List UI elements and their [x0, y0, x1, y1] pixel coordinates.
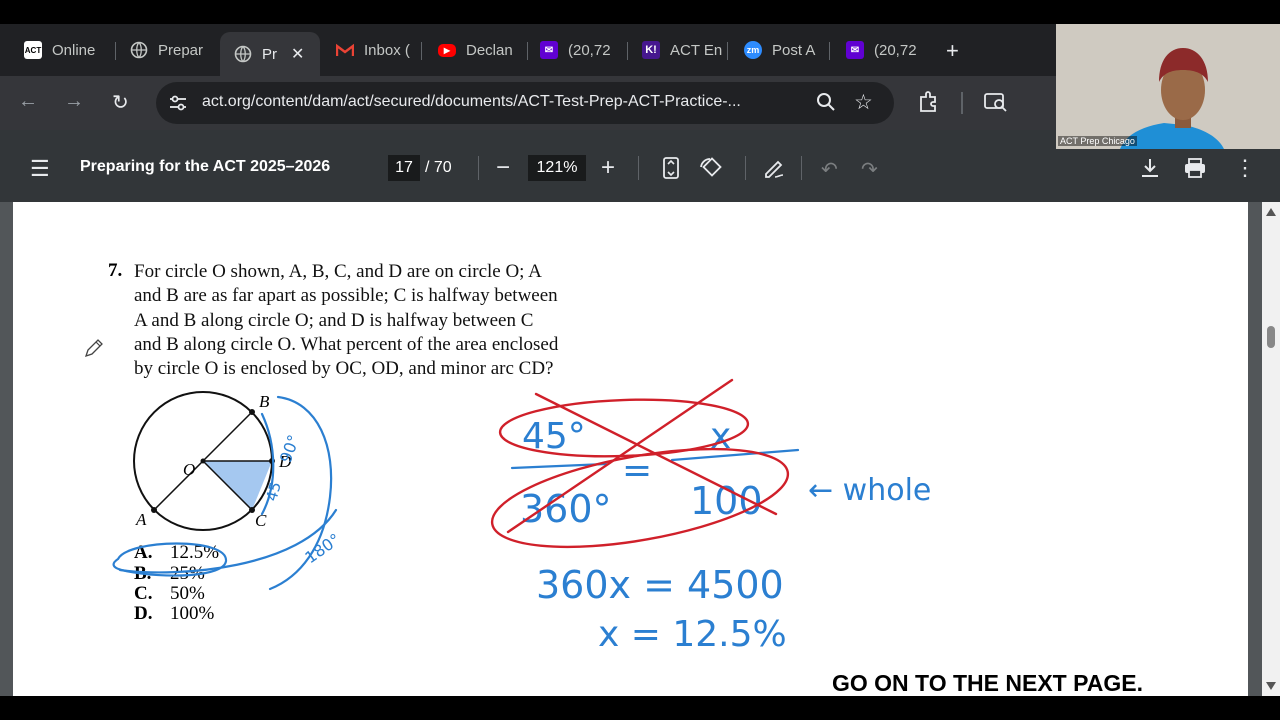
globe-icon — [234, 45, 252, 63]
screen-top-bar — [0, 0, 1280, 24]
ink-equation-1: 360x = 4500 — [536, 563, 784, 607]
yahoo-mail-icon: ✉ — [540, 41, 558, 59]
ink-equation-2: x = 12.5% — [598, 614, 787, 655]
annotate-pen-icon[interactable] — [763, 157, 785, 185]
forward-icon[interactable]: → — [64, 90, 84, 113]
ink-x: x — [710, 416, 731, 457]
toolbar-divider — [801, 156, 802, 180]
back-icon[interactable]: ← — [18, 90, 38, 113]
youtube-icon: ▶ — [438, 43, 456, 57]
page-number-input[interactable]: 17 — [388, 155, 420, 181]
tab-yahoo-mail-2[interactable]: ✉ (20,72 — [846, 32, 930, 68]
globe-icon — [130, 41, 148, 59]
ink-fraction-right — [670, 448, 800, 462]
close-icon[interactable]: ✕ — [291, 44, 304, 64]
new-tab-button[interactable]: + — [946, 38, 959, 64]
tab-preparing[interactable]: Prepar — [130, 32, 216, 68]
handwritten-annotations: 90° 45 180° 45° x = 360° 100 ← whole 360… — [112, 378, 931, 655]
tab-inbox[interactable]: Inbox ( — [336, 32, 422, 68]
address-bar[interactable]: act.org/content/dam/act/secured/document… — [156, 82, 894, 124]
print-icon[interactable] — [1184, 157, 1206, 185]
scroll-thumb[interactable] — [1267, 326, 1275, 348]
bookmark-star-icon[interactable]: ☆ — [854, 90, 873, 115]
next-page-notice: GO ON TO THE NEXT PAGE. — [832, 670, 1143, 696]
tab-online[interactable]: ACT Online — [24, 32, 116, 68]
toolbar-divider — [745, 156, 746, 180]
zoom-icon: zm — [744, 41, 762, 59]
toolbar-divider — [478, 156, 479, 180]
download-icon[interactable] — [1140, 157, 1160, 185]
webcam-overlay — [1056, 24, 1280, 149]
zoom-lens-icon[interactable] — [816, 92, 836, 117]
tab-declan[interactable]: ▶ Declan — [438, 32, 528, 68]
ink-note-180: 180° — [301, 530, 343, 568]
undo-icon[interactable]: ↶ — [821, 157, 838, 182]
toolbar-divider — [638, 156, 639, 180]
document-title: Preparing for the ACT 2025–2026 — [80, 158, 331, 175]
zoom-level-input[interactable]: 121% — [528, 155, 586, 181]
ink-whole-note: ← whole — [808, 473, 931, 508]
zoom-in-icon[interactable]: + — [601, 154, 615, 182]
site-info-icon[interactable] — [168, 93, 188, 118]
toolbar-divider — [961, 92, 963, 114]
scroll-up-icon[interactable] — [1266, 208, 1276, 216]
scroll-down-icon[interactable] — [1266, 682, 1276, 690]
url-text: act.org/content/dam/act/secured/document… — [202, 93, 741, 110]
webcam-name-label: ACT Prep Chicago — [1058, 136, 1137, 146]
page-count: / 70 — [425, 159, 452, 176]
ink-note-45: 45 — [262, 480, 284, 503]
more-options-icon[interactable]: ⋮ — [1234, 155, 1256, 181]
gmail-icon — [336, 41, 354, 59]
reload-icon[interactable]: ↻ — [112, 90, 129, 115]
fit-page-icon[interactable] — [662, 157, 680, 185]
rotate-icon[interactable] — [699, 157, 723, 185]
zoom-out-icon[interactable]: − — [496, 154, 510, 182]
ink-note-90: 90° — [276, 432, 304, 465]
tab-act-en[interactable]: K! ACT En — [642, 32, 728, 68]
act-logo-icon: ACT — [24, 41, 42, 59]
tab-yahoo-mail-1[interactable]: ✉ (20,72 — [540, 32, 628, 68]
menu-icon[interactable]: ☰ — [30, 156, 50, 182]
tab-pr-active[interactable]: Pr ✕ — [220, 32, 320, 76]
extensions-icon[interactable] — [917, 91, 939, 118]
kahoot-icon: K! — [642, 41, 660, 59]
scrollbar[interactable] — [1262, 202, 1280, 696]
tab-search-icon[interactable] — [984, 91, 1008, 118]
yahoo-mail-icon: ✉ — [846, 41, 864, 59]
redo-icon[interactable]: ↷ — [861, 157, 878, 182]
presenter-video — [1056, 24, 1280, 149]
screen-bottom-bar — [0, 696, 1280, 720]
tab-post-a[interactable]: zm Post A — [744, 32, 830, 68]
